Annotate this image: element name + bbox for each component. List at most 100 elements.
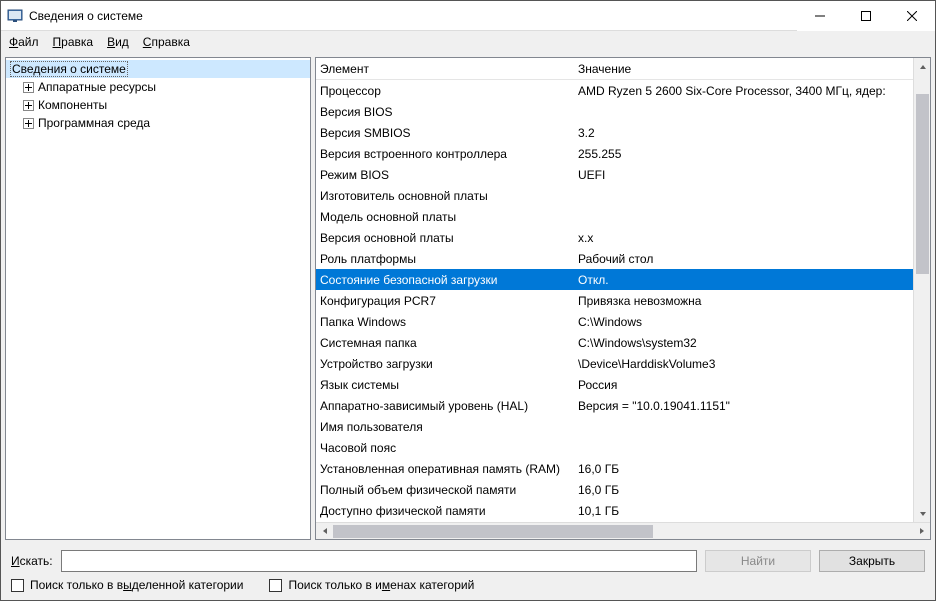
cell-element: Установленная оперативная память (RAM) (316, 462, 574, 476)
cell-value: 3.2 (574, 126, 913, 140)
cell-element: Язык системы (316, 378, 574, 392)
cell-element: Версия основной платы (316, 231, 574, 245)
cell-element: Процессор (316, 84, 574, 98)
search-bar: Искать: Найти Закрыть Поиск только в выд… (1, 544, 935, 600)
cell-value: Привязка невозможна (574, 294, 913, 308)
header-element[interactable]: Элемент (316, 62, 574, 76)
search-label: Искать: (11, 554, 53, 568)
cell-value: x.x (574, 231, 913, 245)
menu-view[interactable]: Вид (107, 35, 129, 49)
app-icon (7, 8, 23, 24)
cell-element: Роль платформы (316, 252, 574, 266)
cell-element: Версия встроенного контроллера (316, 147, 574, 161)
client-area: Сведения о системе Аппаратные ресурсы Ком… (1, 53, 935, 544)
tree-item-label: Аппаратные ресурсы (38, 80, 156, 94)
expand-icon[interactable] (22, 117, 34, 129)
close-search-button[interactable]: Закрыть (819, 550, 925, 572)
detail-table[interactable]: Элемент Значение ПроцессорAMD Ryzen 5 26… (316, 58, 913, 521)
cell-element: Часовой пояс (316, 441, 574, 455)
table-row[interactable]: Часовой пояс (316, 437, 913, 458)
cell-element: Папка Windows (316, 315, 574, 329)
cell-element: Устройство загрузки (316, 357, 574, 371)
cell-value: Версия = "10.0.19041.1151" (574, 399, 913, 413)
cell-value: Откл. (574, 273, 913, 287)
cell-element: Состояние безопасной загрузки (316, 273, 574, 287)
search-category-names-checkbox[interactable]: Поиск только в именах категорий (269, 578, 474, 592)
cell-element: Версия SMBIOS (316, 126, 574, 140)
detail-pane: Элемент Значение ПроцессорAMD Ryzen 5 26… (315, 57, 931, 540)
tree-item-label: Компоненты (38, 98, 107, 112)
tree-item-label: Программная среда (38, 116, 150, 130)
cell-element: Полный объем физической памяти (316, 483, 574, 497)
table-row[interactable]: Роль платформыРабочий стол (316, 248, 913, 269)
cell-value: 10,1 ГБ (574, 504, 913, 518)
menu-edit[interactable]: Правка (53, 35, 94, 49)
cell-element: Конфигурация PCR7 (316, 294, 574, 308)
table-row[interactable]: Папка WindowsC:\Windows (316, 311, 913, 332)
cell-element: Системная папка (316, 336, 574, 350)
cell-element: Аппаратно-зависимый уровень (HAL) (316, 399, 574, 413)
cell-value: 16,0 ГБ (574, 483, 913, 497)
table-row[interactable]: Полный объем физической памяти16,0 ГБ (316, 479, 913, 500)
table-row[interactable]: Системная папкаC:\Windows\system32 (316, 332, 913, 353)
table-row[interactable]: Версия встроенного контроллера255.255 (316, 143, 913, 164)
cell-value: C:\Windows (574, 315, 913, 329)
vertical-scrollbar[interactable] (913, 58, 930, 522)
expand-icon[interactable] (22, 99, 34, 111)
cell-element: Доступно физической памяти (316, 504, 574, 518)
tree-item[interactable]: Компоненты (6, 96, 310, 114)
scroll-thumb[interactable] (916, 94, 929, 274)
horizontal-scrollbar[interactable] (316, 522, 930, 539)
close-button[interactable] (889, 1, 935, 31)
cell-value: AMD Ryzen 5 2600 Six-Core Processor, 340… (574, 84, 913, 98)
window-title: Сведения о системе (29, 9, 797, 23)
menu-file[interactable]: Файл (9, 35, 39, 49)
search-selected-category-checkbox[interactable]: Поиск только в выделенной категории (11, 578, 243, 592)
table-row[interactable]: Модель основной платы (316, 206, 913, 227)
category-tree[interactable]: Сведения о системе Аппаратные ресурсы Ком… (5, 57, 311, 540)
system-info-window: Сведения о системе Файл Правка Вид Справ… (0, 0, 936, 601)
table-row[interactable]: Версия BIOS (316, 101, 913, 122)
table-row[interactable]: Язык системыРоссия (316, 374, 913, 395)
table-row[interactable]: Версия основной платыx.x (316, 227, 913, 248)
table-row[interactable]: Режим BIOSUEFI (316, 164, 913, 185)
scroll-down-icon[interactable] (914, 505, 930, 522)
tree-item[interactable]: Программная среда (6, 114, 310, 132)
table-row[interactable]: Состояние безопасной загрузкиОткл. (316, 269, 913, 290)
cell-element: Режим BIOS (316, 168, 574, 182)
table-row[interactable]: Установленная оперативная память (RAM)16… (316, 458, 913, 479)
find-button[interactable]: Найти (705, 550, 811, 572)
cell-value: Россия (574, 378, 913, 392)
table-row[interactable]: Версия SMBIOS3.2 (316, 122, 913, 143)
cell-element: Модель основной платы (316, 210, 574, 224)
scroll-up-icon[interactable] (914, 58, 930, 75)
header-value[interactable]: Значение (574, 62, 913, 76)
titlebar: Сведения о системе (1, 1, 935, 31)
tree-item[interactable]: Аппаратные ресурсы (6, 78, 310, 96)
table-row[interactable]: Аппаратно-зависимый уровень (HAL)Версия … (316, 395, 913, 416)
expand-icon[interactable] (22, 81, 34, 93)
hscroll-thumb[interactable] (333, 525, 653, 538)
cell-value: \Device\HarddiskVolume3 (574, 357, 913, 371)
table-row[interactable]: Имя пользователя (316, 416, 913, 437)
table-row[interactable]: ПроцессорAMD Ryzen 5 2600 Six-Core Proce… (316, 80, 913, 101)
cell-value: 16,0 ГБ (574, 462, 913, 476)
table-header[interactable]: Элемент Значение (316, 58, 913, 80)
menubar: Файл Правка Вид Справка (1, 31, 935, 53)
scroll-left-icon[interactable] (316, 523, 333, 540)
menu-help[interactable]: Справка (143, 35, 190, 49)
cell-element: Имя пользователя (316, 420, 574, 434)
cell-element: Изготовитель основной платы (316, 189, 574, 203)
tree-root[interactable]: Сведения о системе (6, 60, 310, 78)
table-row[interactable]: Конфигурация PCR7Привязка невозможна (316, 290, 913, 311)
table-row[interactable]: Доступно физической памяти10,1 ГБ (316, 500, 913, 521)
minimize-button[interactable] (797, 1, 843, 31)
cell-value: Рабочий стол (574, 252, 913, 266)
scroll-right-icon[interactable] (913, 523, 930, 540)
search-input[interactable] (61, 550, 697, 572)
table-row[interactable]: Устройство загрузки\Device\HarddiskVolum… (316, 353, 913, 374)
cell-value: C:\Windows\system32 (574, 336, 913, 350)
cell-value: 255.255 (574, 147, 913, 161)
table-row[interactable]: Изготовитель основной платы (316, 185, 913, 206)
maximize-button[interactable] (843, 1, 889, 31)
